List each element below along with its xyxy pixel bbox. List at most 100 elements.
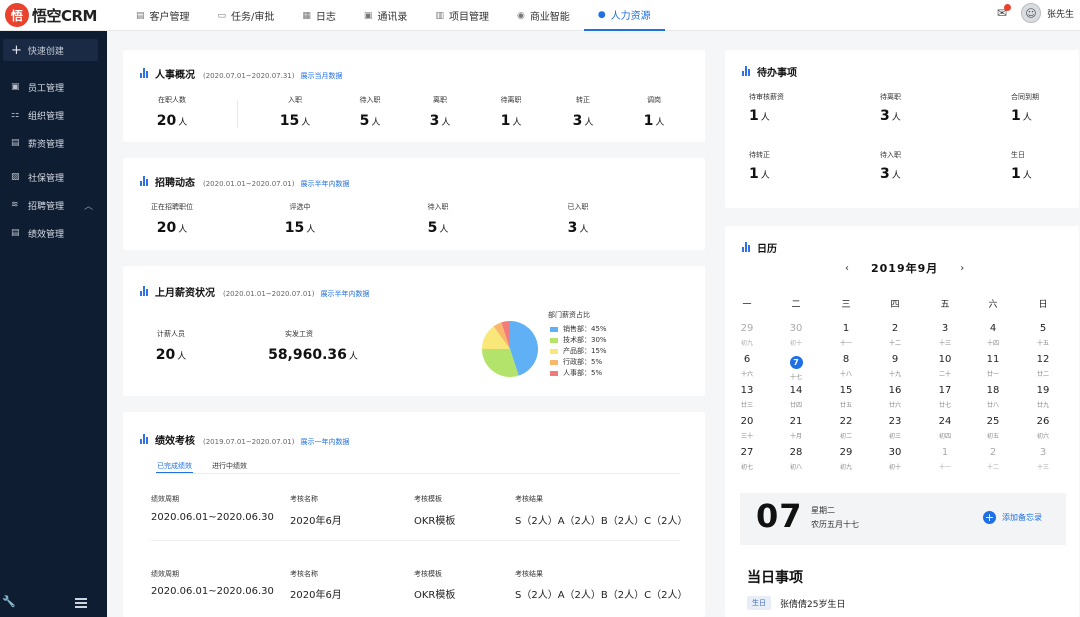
nav-item-log[interactable]: ▦ 日志 [288,0,350,31]
wrench-icon[interactable]: 🔧 [2,595,16,608]
calendar-day[interactable]: 2 十二 [978,447,1008,471]
stat-pending-resign[interactable]: 待离职 1 人 [491,95,531,129]
calendar-day[interactable]: 12 廿二 [1028,354,1058,378]
calendar-day[interactable]: 8 十八 [831,354,861,378]
calendar-day[interactable]: 11 廿一 [978,354,1008,378]
nav-item-contacts[interactable]: ▣ 通讯录 [350,0,422,31]
todo-contract-expiry[interactable]: 合同到期 1 人 [1011,92,1039,124]
nav-item-project[interactable]: ▥ 项目管理 [421,0,503,31]
calendar-day[interactable]: 5 十五 [1028,323,1058,347]
collapse-menu-icon[interactable] [75,598,87,608]
calendar-day[interactable]: 23 初三 [880,416,910,440]
todo-pending-regular[interactable]: 待转正 1 人 [749,150,770,182]
show-data-link[interactable]: 展示半年内数据 [321,289,370,299]
lunar-day: 廿八 [986,402,999,409]
calendar-day[interactable]: 1 十一 [930,447,960,471]
card-title-text: 人事概况 [155,70,195,81]
bar-chart-icon [140,176,149,186]
day-number: 29 [740,323,754,334]
stat-value: 3人 [880,166,901,182]
stat-employed[interactable]: 在职人数 20 人 [151,95,193,129]
legend-swatch [550,337,558,343]
mail-icon[interactable]: ✉ [997,4,1011,20]
stat-resigned[interactable]: 离职 3 人 [420,95,460,129]
calendar-day[interactable]: 16 廿六 [880,385,910,409]
user-name[interactable]: 张先生 [1047,7,1074,20]
stat-open-positions[interactable]: 正在招聘职位 20 人 [145,202,199,236]
calendar-day[interactable]: 2 十二 [880,323,910,347]
sidebar-item-insurance[interactable]: ▨ 社保管理 [0,163,107,191]
calendar-day[interactable]: 18 廿八 [978,385,1008,409]
chevron-right-icon[interactable]: › [960,263,964,274]
nav-item-hr[interactable]: ● 人力资源 [583,0,665,31]
todo-birthday[interactable]: 生日 1 人 [1011,150,1032,182]
calendar-day[interactable]: 3 十三 [930,323,960,347]
stat-actual-pay[interactable]: 实发工资 58,960.36 人 [263,329,363,363]
calendar-day[interactable]: 28 初八 [781,447,811,471]
sidebar-item-recruit[interactable]: ≋ 招聘管理 ︿ [0,191,107,219]
calendar-day[interactable]: 24 初四 [930,416,960,440]
calendar-day[interactable]: 29 初九 [831,447,861,471]
day-number: 16 [888,385,902,396]
stat-pending-onboard[interactable]: 待入职 5 人 [418,202,458,236]
calendar-day[interactable]: 22 初二 [831,416,861,440]
nav-item-task[interactable]: ▭ 任务/审批 [204,0,289,31]
stat-onboarded[interactable]: 入职 15 人 [273,95,317,129]
stat-label: 评选中 [289,203,311,211]
calendar-day[interactable]: 20 三十 [732,416,762,440]
tab-in-progress[interactable]: 进行中绩效 [212,461,247,471]
sidebar-item-salary[interactable]: ▤ 薪资管理 [0,129,107,157]
show-data-link[interactable]: 展示半年内数据 [301,179,350,189]
todo-pending-resign[interactable]: 待离职 3 人 [880,92,901,124]
tab-completed[interactable]: 已完成绩效 [157,461,192,471]
calendar-day[interactable]: 25 初五 [978,416,1008,440]
todo-pending-salary[interactable]: 待审核薪资 1 人 [749,92,784,124]
stat-pending-onboard[interactable]: 待入职 5 人 [350,95,390,129]
show-data-link[interactable]: 展示当月数据 [301,71,343,81]
card-title: 人事概况 (2020.07.01~2020.07.31) 展示当月数据 [140,66,343,81]
calendar-day[interactable]: 4 十四 [978,323,1008,347]
calendar-day[interactable]: 30 初十 [781,323,811,347]
calendar-day-today[interactable]: 7 十七 [781,354,811,381]
stat-value: 1人 [749,166,770,182]
calendar-day[interactable]: 9 十九 [880,354,910,378]
calendar-day[interactable]: 3 十三 [1028,447,1058,471]
avatar[interactable]: ☺ [1020,3,1041,23]
calendar-day[interactable]: 1 十一 [831,323,861,347]
stat-payroll-count[interactable]: 计薪人员 20 人 [151,329,191,363]
calendar-day[interactable]: 19 廿九 [1028,385,1058,409]
legend-swatch [550,370,558,376]
stat-evaluating[interactable]: 评选中 15 人 [280,202,320,236]
calendar-day[interactable]: 15 廿五 [831,385,861,409]
app-logo[interactable]: 悟 悟空CRM [5,3,98,27]
sidebar-item-performance[interactable]: ▤ 绩效管理 [0,219,107,247]
sidebar-item-org[interactable]: ⚏ 组织管理 [0,101,107,129]
event-item[interactable]: 生日 张倩倩25岁生日 [747,596,845,610]
nav-item-bi[interactable]: ◉ 商业智能 [503,0,584,31]
calendar-day[interactable]: 21 十月 [781,416,811,440]
calendar-day[interactable]: 26 初六 [1028,416,1058,440]
stat-label: 待入职 [880,151,901,159]
quick-create-button[interactable]: + 快速创建 [3,39,98,61]
calendar-day[interactable]: 17 廿七 [930,385,960,409]
day-number: 29 [839,447,853,458]
stat-onboarded[interactable]: 已入职 3 人 [558,202,598,236]
insurance-icon: ▨ [11,172,20,182]
sidebar-item-employee[interactable]: ▣ 员工管理 [0,73,107,101]
calendar-day[interactable]: 29 初九 [732,323,762,347]
calendar-day[interactable]: 27 初七 [732,447,762,471]
nav-item-customer[interactable]: ▤ 客户管理 [122,0,204,31]
calendar-day[interactable]: 10 二十 [930,354,960,378]
calendar-day[interactable]: 30 初十 [880,447,910,471]
calendar-day[interactable]: 6 十六 [732,354,762,378]
stat-transferred[interactable]: 调岗 1 人 [634,95,674,129]
legend-item: 产品部：15% [550,346,607,356]
show-data-link[interactable]: 展示一年内数据 [301,437,350,447]
add-memo-button[interactable]: + 添加备忘录 [983,511,1042,524]
project-icon: ▥ [435,10,444,21]
chevron-left-icon[interactable]: ‹ [845,263,849,274]
calendar-day[interactable]: 14 廿四 [781,385,811,409]
calendar-day[interactable]: 13 廿三 [732,385,762,409]
todo-pending-onboard[interactable]: 待入职 3 人 [880,150,901,182]
stat-regularized[interactable]: 转正 3 人 [563,95,603,129]
